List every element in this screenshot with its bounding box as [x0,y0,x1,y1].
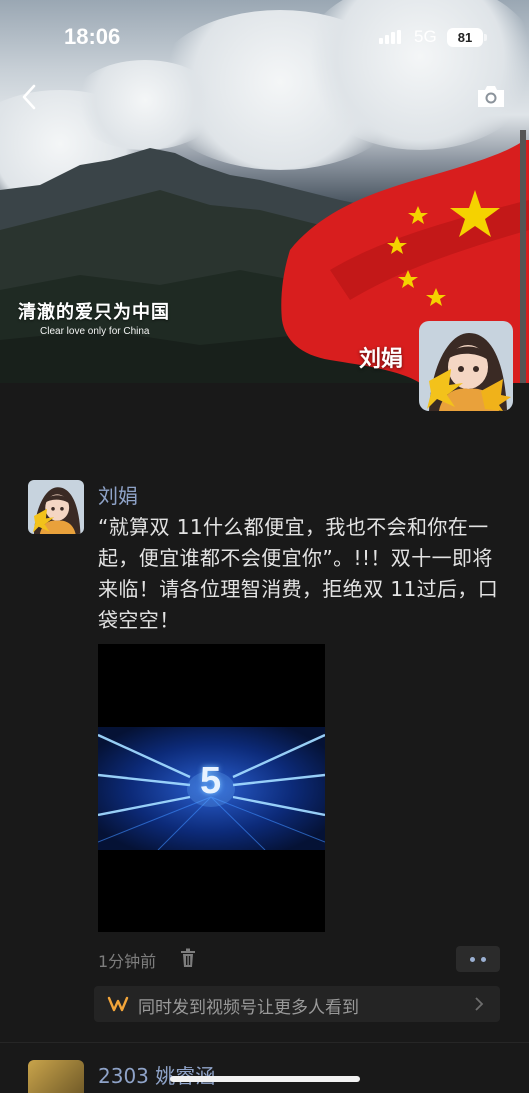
signal-icon [379,30,401,44]
battery-tip [484,34,487,41]
cover-subtitle: Clear love only for China [40,326,150,337]
chevron-right-icon [475,997,484,1011]
promo-text: 同时发到视频号让更多人看到 [138,998,359,1018]
share-to-channels-banner[interactable]: 同时发到视频号让更多人看到 [94,986,500,1022]
more-options-button[interactable] [456,946,500,972]
anime-girl-avatar-image [419,321,513,411]
channels-icon [107,996,129,1012]
post-author-name[interactable]: 刘娟 [98,480,138,509]
video-overlay-number: 5 [200,760,222,802]
camera-icon[interactable] [475,82,507,110]
post-text: “就算双 11什么都便宜，我也不会和你在一起，便宜谁都不会便宜你”。!!！双十一… [98,515,499,632]
network-type: 5G [414,27,437,46]
post-divider [0,1042,529,1043]
next-post-avatar[interactable] [28,1060,84,1093]
post-time: 1分钟前 [98,952,157,971]
back-arrow-icon[interactable] [16,80,44,114]
profile-name[interactable]: 刘娟 [359,341,403,373]
cover-title: 清澈的爱只为中国 [18,302,170,323]
profile-avatar[interactable] [419,321,513,411]
post-author-avatar[interactable] [28,480,84,534]
post-video[interactable]: 5 [98,644,325,932]
home-indicator[interactable] [170,1076,360,1082]
status-time: 18:06 [64,24,121,49]
battery-icon: 81 [447,28,483,47]
next-post-author-name[interactable]: 2303 姚睿涵 [98,1060,215,1089]
trash-icon[interactable] [180,948,196,968]
anime-girl-avatar-image [28,480,84,534]
status-bar: 18:06 5G 81 [0,22,529,54]
